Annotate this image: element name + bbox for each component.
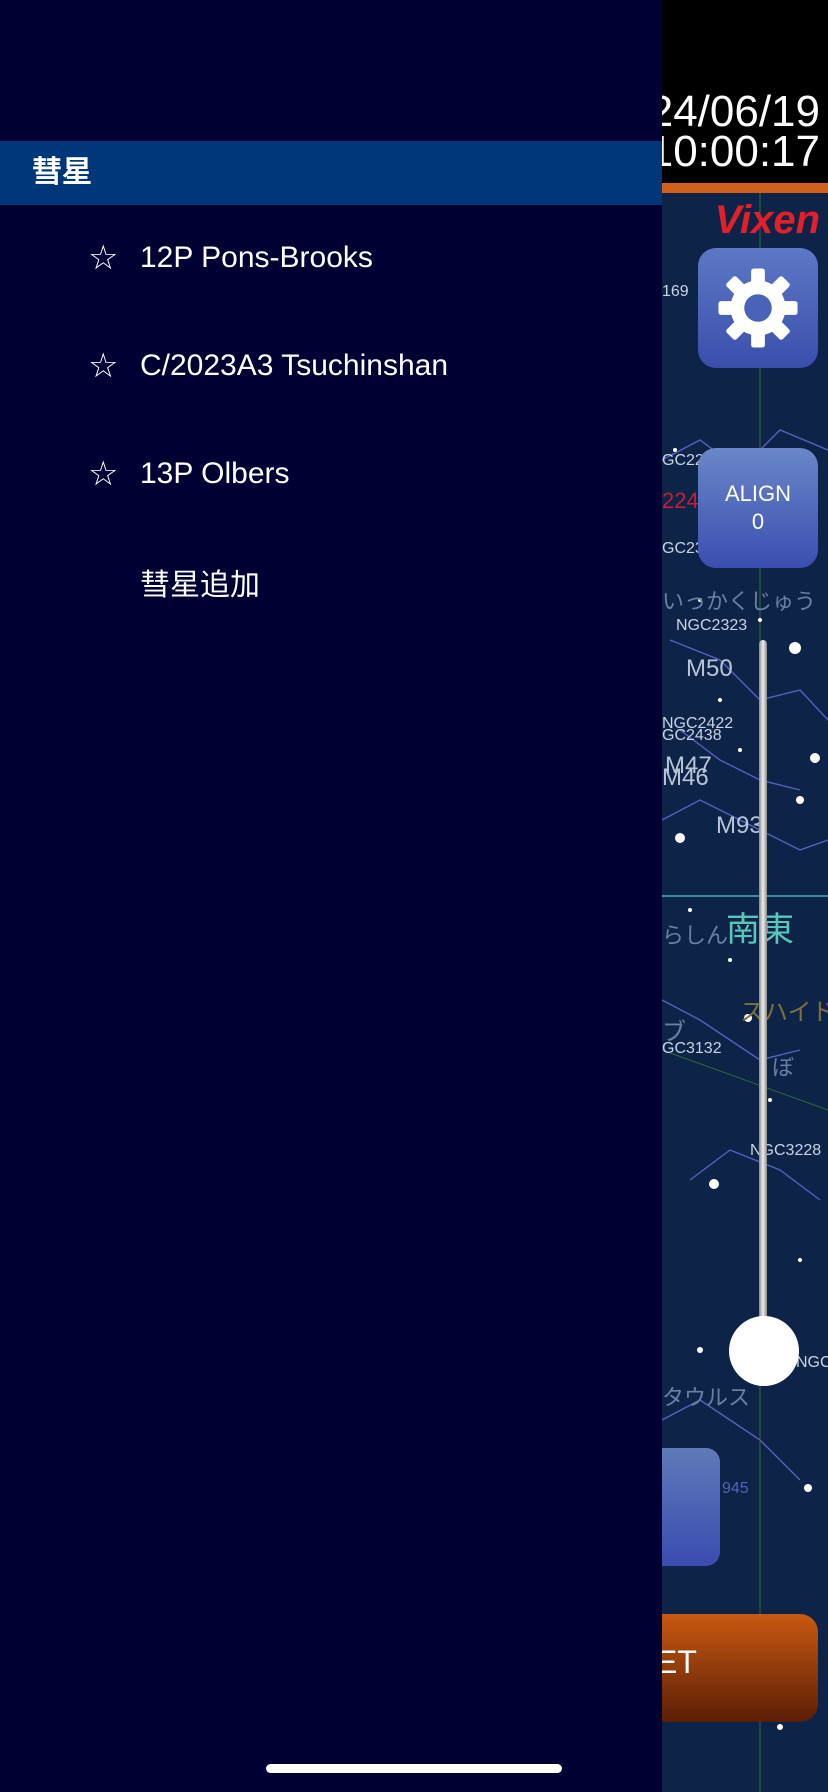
star-icon: ☆ [88,454,119,494]
align-button[interactable]: ALIGN 0 [698,448,818,568]
comet-item-12p[interactable]: ☆ 12P Pons-Brooks [0,222,662,294]
comet-item-13p[interactable]: ☆ 13P Olbers [0,438,662,510]
settings-button[interactable] [698,248,818,368]
align-count: 0 [751,509,765,534]
date-text: 24/06/19 [648,87,820,136]
add-comet-item[interactable]: 彗星追加 [0,546,662,618]
star-icon: ☆ [88,238,119,278]
gear-icon [718,268,798,348]
map-label: NGC [796,1354,828,1371]
star-icon: ☆ [88,346,119,386]
align-label: ALIGN [724,481,792,506]
map-label: GC3132 [662,1040,722,1057]
map-label: ぼ [772,1055,795,1080]
datetime-display: 24/06/19 10:00:17 [648,87,820,176]
zoom-slider-thumb[interactable] [729,1316,799,1386]
map-label: GC2438 [662,727,722,744]
map-label: NGC2323 [676,617,748,634]
map-label: M50 [686,655,733,682]
comet-label: C/2023A3 Tsuchinshan [140,349,448,382]
map-label: 169 [662,283,689,300]
map-label: らしん [662,923,729,948]
set-button-label: ET [656,1644,697,1680]
time-text: 10:00:17 [648,127,820,176]
map-label: タウルス [662,1385,751,1410]
comet-item-c2023a3[interactable]: ☆ C/2023A3 Tsuchinshan [0,330,662,402]
home-indicator[interactable] [266,1764,562,1773]
map-label: M93 [716,812,763,839]
comet-drawer: 彗星 ☆ 12P Pons-Brooks ☆ C/2023A3 Tsuchins… [0,0,662,1792]
zoom-slider-track[interactable] [759,640,767,1350]
map-label: いっかくじゅう [662,589,817,614]
drawer-title: 彗星 [0,141,662,205]
brand-logo: Vixen [714,198,820,242]
comet-label: 13P Olbers [140,457,290,490]
map-label: M46 [662,764,709,791]
map-label: 224 [662,488,699,513]
add-comet-label: 彗星追加 [140,569,260,602]
map-label: 945 [722,1480,749,1497]
map-label: スハイド [740,999,828,1026]
comet-label: 12P Pons-Brooks [140,241,373,274]
